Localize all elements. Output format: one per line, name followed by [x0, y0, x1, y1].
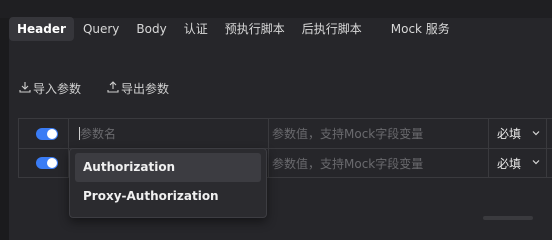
tab-post-script[interactable]: 后执行脚本: [294, 17, 370, 41]
export-params-button[interactable]: 导出参数: [107, 80, 169, 97]
text-caret: [79, 127, 80, 140]
upload-icon: [107, 81, 119, 96]
required-value: 必填: [497, 156, 522, 171]
param-value-placeholder: 参数值，支持Mock字段变量: [272, 156, 424, 171]
autocomplete-dropdown: Authorization Proxy-Authorization: [69, 148, 267, 218]
download-icon: [19, 81, 31, 96]
chevron-down-icon: [531, 156, 541, 170]
import-params-label: 导入参数: [33, 82, 82, 96]
enable-toggle[interactable]: [36, 157, 58, 169]
required-select[interactable]: 必填: [489, 119, 547, 148]
tab-auth[interactable]: 认证: [176, 17, 216, 41]
param-value-input[interactable]: 参数值，支持Mock字段变量: [269, 119, 489, 148]
tab-query[interactable]: Query: [75, 17, 127, 41]
tab-header[interactable]: Header: [9, 17, 74, 41]
param-value-placeholder: 参数值，支持Mock字段变量: [272, 127, 424, 141]
enable-cell: [19, 119, 69, 148]
param-actions: 导入参数 导出参数: [19, 80, 169, 97]
enable-toggle[interactable]: [36, 127, 58, 140]
enable-cell: [19, 149, 69, 177]
autocomplete-option-authorization[interactable]: Authorization: [75, 153, 261, 182]
param-name-input[interactable]: 参数名: [69, 119, 269, 148]
row-extra: [547, 149, 552, 177]
row-extra: [547, 119, 552, 148]
required-select[interactable]: 必填: [489, 149, 547, 177]
tab-bar: Header Query Body 认证 预执行脚本 后执行脚本 Mock 服务: [9, 17, 459, 41]
export-params-label: 导出参数: [121, 82, 170, 96]
top-strip: [0, 0, 552, 18]
tab-pre-script[interactable]: 预执行脚本: [217, 17, 293, 41]
param-value-input[interactable]: 参数值，支持Mock字段变量: [269, 149, 489, 177]
chevron-down-icon: [531, 127, 541, 141]
tab-body[interactable]: Body: [128, 17, 174, 41]
autocomplete-option-proxy-authorization[interactable]: Proxy-Authorization: [75, 182, 261, 211]
import-params-button[interactable]: 导入参数: [19, 80, 81, 97]
table-row: 参数名 参数值，支持Mock字段变量 必填: [19, 119, 552, 149]
scrollbar[interactable]: [483, 216, 533, 220]
param-name-placeholder: 参数名: [80, 127, 117, 141]
tab-mock-service[interactable]: Mock 服务: [383, 17, 458, 41]
required-value: 必填: [497, 127, 522, 141]
